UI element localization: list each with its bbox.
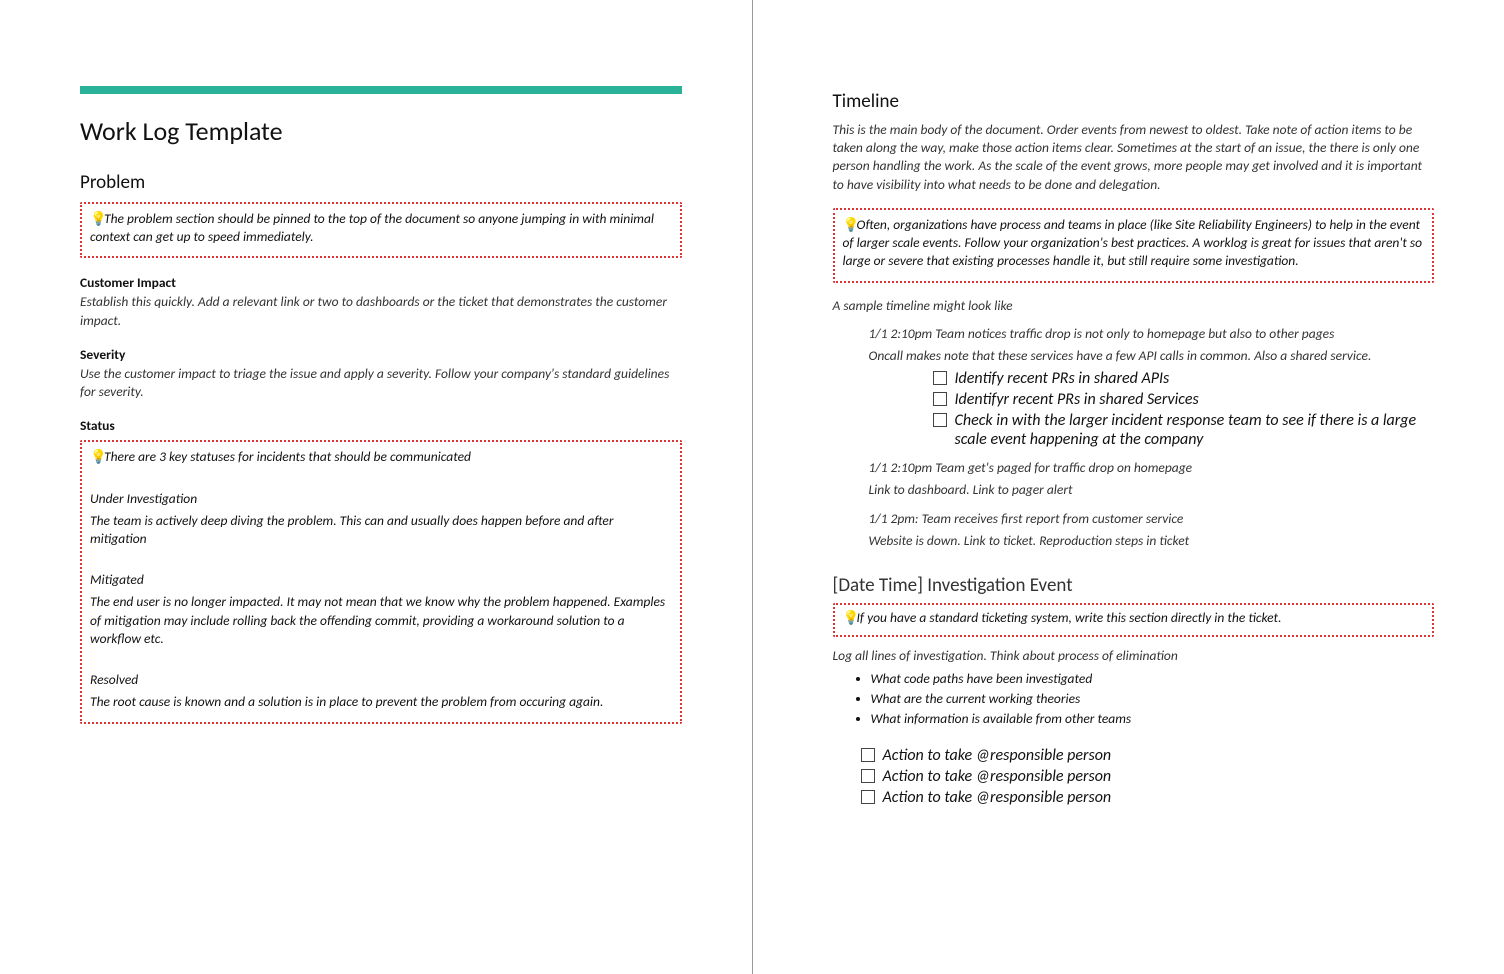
lightbulb-icon: 💡: [843, 609, 857, 627]
status-resolved-p: The root cause is known and a solution i…: [90, 693, 672, 711]
checkbox-icon: [861, 790, 875, 804]
callout-problem: 💡The problem section should be pinned to…: [80, 202, 682, 258]
page-left: Work Log Template Problem 💡The problem s…: [0, 0, 752, 974]
checkbox-icon: [933, 392, 947, 406]
checkbox-label: Action to take @responsible person: [883, 767, 1112, 786]
checkbox-icon: [933, 413, 947, 427]
list-item: What code paths have been investigated: [871, 670, 1435, 688]
checkbox-icon: [933, 371, 947, 385]
status-under-investigation-p: The team is actively deep diving the pro…: [90, 512, 672, 548]
entry-line: Link to dashboard. Link to pager alert: [869, 481, 1435, 499]
checkbox-item[interactable]: Action to take @responsible person: [861, 767, 1435, 786]
list-item: What information is available from other…: [871, 710, 1435, 728]
lightbulb-icon: 💡: [90, 210, 104, 228]
checkbox-icon: [861, 769, 875, 783]
checkbox-item[interactable]: Identifyr recent PRs in shared Services: [933, 390, 1435, 409]
checkbox-item[interactable]: Identify recent PRs in shared APIs: [933, 369, 1435, 388]
status-mitigated-h: Mitigated: [90, 571, 672, 589]
timeline-intro: This is the main body of the document. O…: [833, 121, 1435, 194]
subhead-status: Status: [80, 417, 682, 434]
subhead-customer-impact: Customer Impact: [80, 274, 682, 291]
customer-impact-text: Establish this quickly. Add a relevant l…: [80, 293, 682, 329]
severity-text: Use the customer impact to triage the is…: [80, 365, 682, 401]
checkbox-label: Action to take @responsible person: [883, 788, 1112, 807]
checkbox-label: Identify recent PRs in shared APIs: [955, 369, 1170, 388]
entry-line: 1/1 2pm: Team receives first report from…: [869, 510, 1435, 528]
timeline-entry-3: 1/1 2pm: Team receives first report from…: [869, 510, 1435, 550]
checkbox-item[interactable]: Check in with the larger incident respon…: [933, 411, 1435, 449]
lightbulb-icon: 💡: [90, 448, 104, 466]
checkbox-label: Action to take @responsible person: [883, 746, 1112, 765]
callout-text: There are 3 key statuses for incidents t…: [104, 448, 471, 465]
checkbox-item[interactable]: Action to take @responsible person: [861, 788, 1435, 807]
list-item: What are the current working theories: [871, 690, 1435, 708]
callout-text: The problem section should be pinned to …: [90, 210, 654, 245]
section-investigation-heading: [Date Time] Investigation Event: [833, 574, 1435, 597]
investigation-bullets: What code paths have been investigated W…: [871, 670, 1435, 729]
entry-line: Website is down. Link to ticket. Reprodu…: [869, 532, 1435, 550]
section-problem-heading: Problem: [80, 171, 682, 194]
checkbox-label: Check in with the larger incident respon…: [955, 411, 1435, 449]
status-mitigated-p: The end user is no longer impacted. It m…: [90, 593, 672, 648]
timeline-entry-1: 1/1 2:10pm Team notices traffic drop is …: [869, 325, 1435, 449]
timeline-entry-2: 1/1 2:10pm Team get's paged for traffic …: [869, 459, 1435, 499]
doc-title: Work Log Template: [80, 115, 682, 147]
lightbulb-icon: 💡: [843, 216, 857, 234]
status-under-investigation-h: Under Investigation: [90, 490, 672, 508]
entry-line: 1/1 2:10pm Team notices traffic drop is …: [869, 325, 1435, 343]
checkbox-icon: [861, 748, 875, 762]
checkbox-item[interactable]: Action to take @responsible person: [861, 746, 1435, 765]
entry-line: 1/1 2:10pm Team get's paged for traffic …: [869, 459, 1435, 477]
callout-investigation: 💡If you have a standard ticketing system…: [833, 603, 1435, 637]
callout-text: Often, organizations have process and te…: [843, 216, 1423, 269]
status-resolved-h: Resolved: [90, 671, 672, 689]
entry-line: Oncall makes note that these services ha…: [869, 347, 1435, 365]
callout-text: If you have a standard ticketing system,…: [857, 609, 1282, 626]
checkbox-label: Identifyr recent PRs in shared Services: [955, 390, 1199, 409]
investigation-lead: Log all lines of investigation. Think ab…: [833, 647, 1435, 665]
page-spread: Work Log Template Problem 💡The problem s…: [0, 0, 1504, 974]
subhead-severity: Severity: [80, 346, 682, 363]
callout-status: 💡There are 3 key statuses for incidents …: [80, 440, 682, 723]
page-right: Timeline This is the main body of the do…: [753, 0, 1504, 974]
section-timeline-heading: Timeline: [833, 90, 1435, 113]
sample-lead: A sample timeline might look like: [833, 297, 1435, 315]
callout-timeline: 💡Often, organizations have process and t…: [833, 208, 1435, 283]
accent-bar: [80, 86, 682, 94]
